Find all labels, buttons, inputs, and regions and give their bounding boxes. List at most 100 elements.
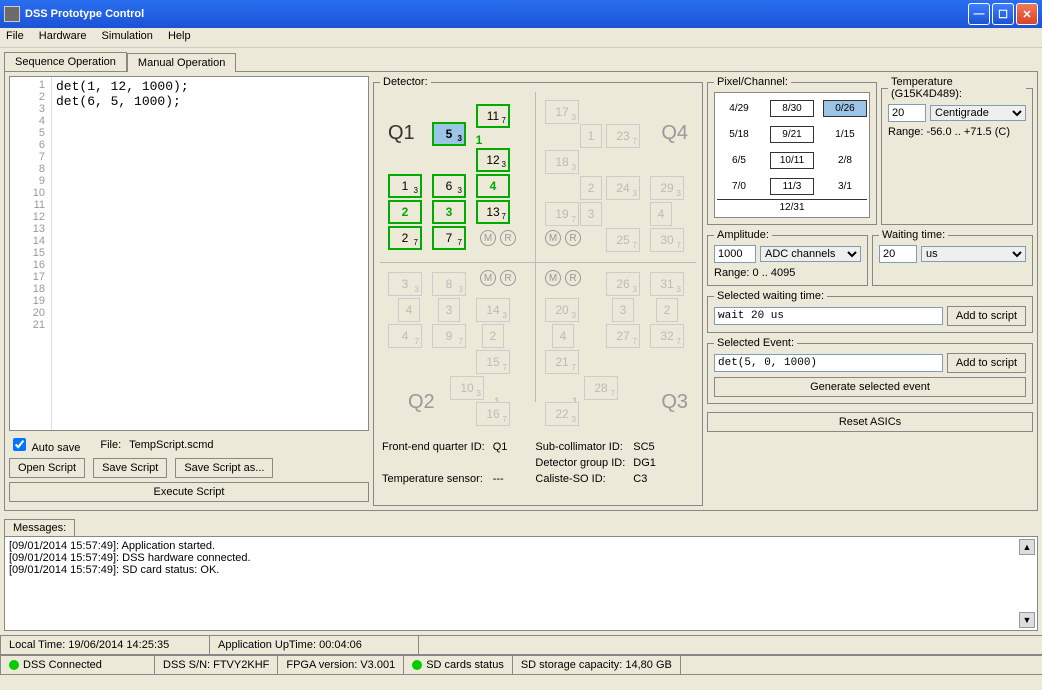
det-cell[interactable]: 33 xyxy=(388,272,422,296)
maximize-button[interactable]: ☐ xyxy=(992,3,1014,25)
waiting-legend: Waiting time: xyxy=(879,229,948,241)
r-icon[interactable]: R xyxy=(565,270,581,286)
det-cell[interactable]: 243 xyxy=(606,176,640,200)
det-cell[interactable]: 327 xyxy=(650,324,684,348)
det-cell[interactable]: 27 xyxy=(388,226,422,250)
status-serial: DSS S/N: FTVY2KHF xyxy=(154,656,278,675)
det-cell[interactable]: 183 xyxy=(545,150,579,174)
m-icon[interactable]: M xyxy=(480,230,496,246)
det-cell[interactable]: 13 xyxy=(388,174,422,198)
autosave-checkbox[interactable]: Auto save xyxy=(9,435,80,454)
det-cell[interactable]: 237 xyxy=(606,124,640,148)
tab-manual-operation[interactable]: Manual Operation xyxy=(127,53,236,72)
det-cell[interactable]: 123 xyxy=(476,148,510,172)
det-cell[interactable]: 137 xyxy=(476,200,510,224)
close-button[interactable]: ✕ xyxy=(1016,3,1038,25)
menu-simulation[interactable]: Simulation xyxy=(102,30,153,42)
open-script-button[interactable]: Open Script xyxy=(9,458,85,478)
scroll-up-icon[interactable]: ▲ xyxy=(1019,539,1035,555)
det-cell[interactable]: 53 xyxy=(432,122,466,146)
status-fpga: FPGA version: V3.001 xyxy=(277,656,404,675)
det-cell[interactable]: 313 xyxy=(650,272,684,296)
m-icon[interactable]: M xyxy=(545,270,561,286)
menu-hardware[interactable]: Hardware xyxy=(39,30,87,42)
det-cell[interactable]: 263 xyxy=(606,272,640,296)
det-cell[interactable]: 97 xyxy=(432,324,466,348)
script-editor[interactable]: 123456789101112131415161718192021 det(1,… xyxy=(9,76,369,431)
det-cell[interactable]: 103 xyxy=(450,376,484,400)
det-cell[interactable]: 287 xyxy=(584,376,618,400)
selected-event-input[interactable] xyxy=(714,354,943,372)
det-cell[interactable]: 4 xyxy=(552,324,574,348)
detector-grid[interactable]: Q1 Q4 Q2 Q3 53 117 1 123 4 137 13 2 27 6… xyxy=(380,92,696,432)
det-cell[interactable]: 4 xyxy=(476,174,510,198)
det-cell[interactable]: 167 xyxy=(476,402,510,426)
scroll-down-icon[interactable]: ▼ xyxy=(1019,612,1035,628)
det-cell[interactable]: 4 xyxy=(650,202,672,226)
det-cell[interactable]: 2 xyxy=(656,298,678,322)
det-cell[interactable]: 2 xyxy=(482,324,504,348)
save-script-button[interactable]: Save Script xyxy=(93,458,167,478)
det-cell[interactable]: 223 xyxy=(545,402,579,426)
temperature-unit-select[interactable]: Centigrade xyxy=(930,105,1026,121)
add-waiting-to-script-button[interactable]: Add to script xyxy=(947,306,1026,326)
temperature-range: Range: -56.0 .. +71.5 (C) xyxy=(888,126,1026,138)
r-icon[interactable]: R xyxy=(500,230,516,246)
waiting-input[interactable] xyxy=(879,245,917,263)
det-cell[interactable]: 277 xyxy=(606,324,640,348)
messages-tab[interactable]: Messages: xyxy=(4,519,75,536)
tab-sequence-operation[interactable]: Sequence Operation xyxy=(4,52,127,71)
det-cell[interactable]: 3 xyxy=(432,200,466,224)
selected-waiting-legend: Selected waiting time: xyxy=(714,290,827,302)
det-cell[interactable]: 1 xyxy=(580,124,602,148)
status-storage: SD storage capacity: 14,80 GB xyxy=(512,656,681,675)
minimize-button[interactable]: — xyxy=(968,3,990,25)
status-connected: DSS Connected xyxy=(0,656,155,675)
pixel-grid[interactable]: 4/298/300/26 5/189/211/15 6/510/112/8 7/… xyxy=(714,92,870,218)
quadrant-q4: Q4 xyxy=(661,122,688,145)
waiting-time-fieldset: Waiting time: us xyxy=(872,229,1033,286)
m-icon[interactable]: M xyxy=(480,270,496,286)
det-cell[interactable]: 197 xyxy=(545,202,579,226)
det-cell[interactable]: 63 xyxy=(432,174,466,198)
det-cell[interactable]: 47 xyxy=(388,324,422,348)
det-cell[interactable]: 217 xyxy=(545,350,579,374)
reset-asics-button[interactable]: Reset ASICs xyxy=(707,412,1033,432)
generate-event-button[interactable]: Generate selected event xyxy=(714,377,1026,397)
det-cell[interactable]: 2 xyxy=(580,176,602,200)
det-cell[interactable]: 3 xyxy=(580,202,602,226)
det-cell[interactable]: 77 xyxy=(432,226,466,250)
waiting-unit-select[interactable]: us xyxy=(921,246,1026,262)
det-cell[interactable]: 293 xyxy=(650,176,684,200)
det-cell[interactable]: 2 xyxy=(388,200,422,224)
selected-waiting-input[interactable] xyxy=(714,307,943,325)
save-script-as-button[interactable]: Save Script as... xyxy=(175,458,273,478)
status-bar-2: DSS Connected DSS S/N: FTVY2KHF FPGA ver… xyxy=(0,655,1042,675)
det-cell[interactable]: 3 xyxy=(438,298,460,322)
det-cell[interactable]: 117 xyxy=(476,104,510,128)
messages-panel[interactable]: [09/01/2014 15:57:49]: Application start… xyxy=(4,536,1038,631)
det-cell[interactable]: 143 xyxy=(476,298,510,322)
add-event-to-script-button[interactable]: Add to script xyxy=(947,353,1026,373)
amplitude-input[interactable] xyxy=(714,245,756,263)
det-cell[interactable]: 157 xyxy=(476,350,510,374)
editor-code[interactable]: det(1, 12, 1000); det(6, 5, 1000); xyxy=(52,77,368,430)
det-cell[interactable]: 257 xyxy=(606,228,640,252)
quadrant-q2: Q2 xyxy=(408,391,435,414)
det-cell[interactable]: 4 xyxy=(398,298,420,322)
det-cell[interactable]: 307 xyxy=(650,228,684,252)
detector-legend: Detector: xyxy=(380,76,431,88)
r-icon[interactable]: R xyxy=(565,230,581,246)
m-icon[interactable]: M xyxy=(545,230,561,246)
menu-file[interactable]: File xyxy=(6,30,24,42)
det-cell[interactable]: 203 xyxy=(545,298,579,322)
execute-script-button[interactable]: Execute Script xyxy=(9,482,369,502)
det-cell[interactable]: 83 xyxy=(432,272,466,296)
det-cell[interactable]: 3 xyxy=(612,298,634,322)
file-name: TempScript.scmd xyxy=(129,439,213,451)
temperature-input[interactable] xyxy=(888,104,926,122)
r-icon[interactable]: R xyxy=(500,270,516,286)
amplitude-unit-select[interactable]: ADC channels xyxy=(760,246,861,262)
menu-help[interactable]: Help xyxy=(168,30,191,42)
det-cell[interactable]: 173 xyxy=(545,100,579,124)
